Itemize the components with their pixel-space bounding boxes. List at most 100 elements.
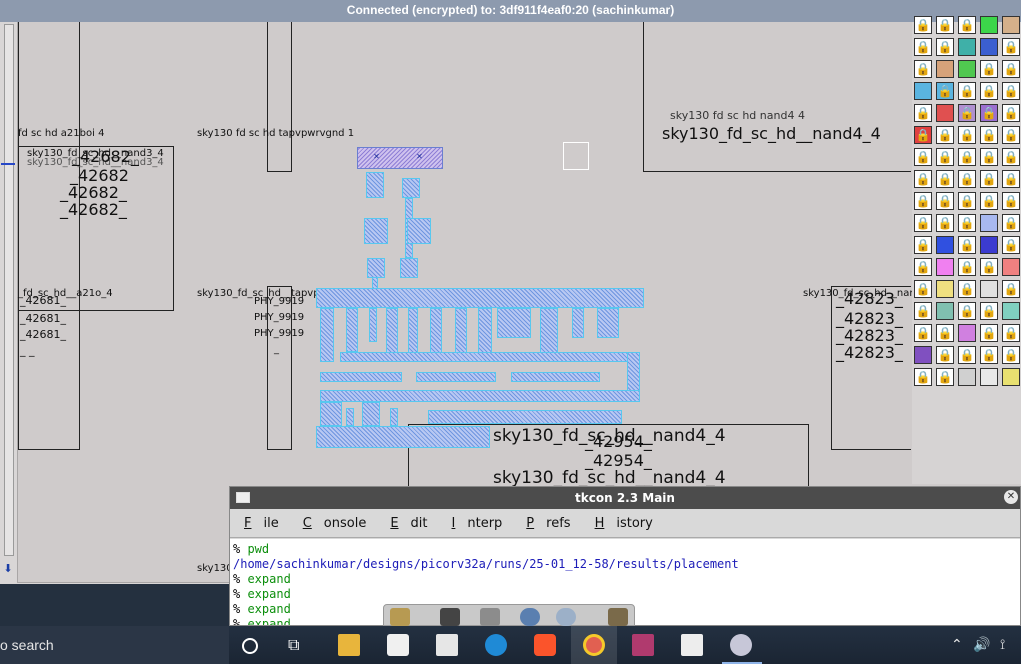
- mail-icon[interactable]: [436, 634, 458, 656]
- lock-icon[interactable]: 🔒: [958, 346, 976, 364]
- lock-icon[interactable]: 🔒: [914, 16, 932, 34]
- menu-history[interactable]: History: [583, 516, 665, 531]
- menu-edit[interactable]: Edit: [378, 516, 439, 531]
- edge-icon[interactable]: [485, 634, 507, 656]
- menu-interp[interactable]: Interp: [440, 516, 515, 531]
- lock-icon[interactable]: 🔒: [1002, 170, 1020, 188]
- cortana-icon[interactable]: [242, 638, 258, 654]
- layer-swatch[interactable]: [936, 302, 954, 320]
- lock-icon[interactable]: 🔒: [1002, 346, 1020, 364]
- lock-icon[interactable]: 🔒: [1002, 214, 1020, 232]
- volume-icon[interactable]: 🔊: [973, 637, 990, 653]
- lock-icon[interactable]: 🔒: [1002, 280, 1020, 298]
- lock-icon[interactable]: 🔒: [958, 104, 976, 122]
- layer-swatch[interactable]: [936, 258, 954, 276]
- photos-icon[interactable]: [681, 634, 703, 656]
- menu-file[interactable]: File: [232, 516, 291, 531]
- lock-icon[interactable]: 🔒: [980, 104, 998, 122]
- layer-swatch[interactable]: [914, 82, 932, 100]
- lock-icon[interactable]: 🔒: [936, 324, 954, 342]
- taskbar-search[interactable]: o search: [0, 626, 229, 664]
- store-icon[interactable]: [387, 634, 409, 656]
- lock-icon[interactable]: 🔒: [1002, 82, 1020, 100]
- lock-icon[interactable]: 🔒: [958, 258, 976, 276]
- lock-icon[interactable]: 🔒: [914, 148, 932, 166]
- lock-icon[interactable]: 🔒: [958, 148, 976, 166]
- layer-swatch[interactable]: [914, 346, 932, 364]
- close-icon[interactable]: ✕: [1004, 490, 1018, 504]
- scroll-thumb[interactable]: [1, 159, 15, 171]
- lock-icon[interactable]: 🔒: [936, 346, 954, 364]
- terminal-icon[interactable]: [440, 608, 460, 626]
- lock-icon[interactable]: 🔒: [980, 170, 998, 188]
- layer-swatch[interactable]: [936, 280, 954, 298]
- wifi-icon[interactable]: ⟟: [1000, 637, 1005, 653]
- lock-icon[interactable]: 🔒: [1002, 324, 1020, 342]
- lock-icon[interactable]: 🔒: [1002, 236, 1020, 254]
- lock-icon[interactable]: 🔒: [914, 368, 932, 386]
- lock-icon[interactable]: 🔒: [936, 368, 954, 386]
- lock-icon[interactable]: 🔒: [980, 302, 998, 320]
- layer-swatch[interactable]: [958, 60, 976, 78]
- lock-icon[interactable]: 🔒: [914, 324, 932, 342]
- lock-icon[interactable]: 🔒: [980, 60, 998, 78]
- lock-icon[interactable]: 🔒: [1002, 38, 1020, 56]
- lock-icon[interactable]: 🔒: [936, 214, 954, 232]
- lock-icon[interactable]: 🔒: [958, 192, 976, 210]
- lock-icon[interactable]: 🔒: [914, 280, 932, 298]
- lock-icon[interactable]: 🔒: [914, 258, 932, 276]
- lock-icon[interactable]: 🔒: [936, 38, 954, 56]
- layer-swatch[interactable]: [1002, 258, 1020, 276]
- layer-palette[interactable]: 🔒 🔒 🔒 🔒 🔒 🔒 🔒 🔒 🔒 🔒 🔒 🔒 🔒 🔒 🔒 🔒 🔒 🔒 🔒 🔒 🔒 🔒 🔒 🔒 🔒 🔒 🔒 🔒 🔒 🔒 🔒 🔒 🔒 🔒 🔒 🔒 🔒 🔒 🔒 🔒…: [912, 16, 1021, 484]
- text-editor-icon[interactable]: [390, 608, 410, 626]
- lock-icon[interactable]: 🔒: [914, 170, 932, 188]
- lock-icon[interactable]: 🔒: [958, 302, 976, 320]
- layer-swatch[interactable]: [980, 214, 998, 232]
- lock-icon[interactable]: 🔒: [958, 280, 976, 298]
- brave-icon[interactable]: [534, 634, 556, 656]
- lock-icon[interactable]: 🔒: [914, 192, 932, 210]
- lock-icon[interactable]: 🔒: [914, 104, 932, 122]
- window-menu-icon[interactable]: [236, 492, 250, 503]
- layer-swatch[interactable]: [980, 236, 998, 254]
- lock-icon[interactable]: 🔒: [980, 324, 998, 342]
- lock-icon[interactable]: 🔒: [936, 170, 954, 188]
- layer-swatch[interactable]: [1002, 16, 1020, 34]
- lock-icon[interactable]: 🔒: [958, 236, 976, 254]
- lock-icon[interactable]: 🔒: [958, 170, 976, 188]
- lock-icon[interactable]: 🔒: [936, 16, 954, 34]
- layer-swatch[interactable]: [936, 236, 954, 254]
- layer-swatch[interactable]: [936, 60, 954, 78]
- lock-icon[interactable]: 🔒: [936, 126, 954, 144]
- browser-icon[interactable]: [520, 608, 540, 626]
- layer-swatch[interactable]: [1002, 302, 1020, 320]
- lock-icon[interactable]: 🔒: [980, 82, 998, 100]
- lock-icon[interactable]: 🔒: [936, 148, 954, 166]
- lock-icon[interactable]: 🔒: [980, 192, 998, 210]
- task-view-icon[interactable]: ⧉: [288, 634, 310, 656]
- vnc-viewer-icon[interactable]: [730, 634, 752, 656]
- lock-icon[interactable]: 🔒: [914, 38, 932, 56]
- layer-swatch[interactable]: [958, 324, 976, 342]
- layer-swatch[interactable]: [980, 38, 998, 56]
- layer-swatch[interactable]: [1002, 368, 1020, 386]
- scroll-down-icon[interactable]: ⬇: [1, 562, 15, 576]
- lock-icon[interactable]: 🔒: [980, 126, 998, 144]
- file-explorer-icon[interactable]: [338, 634, 360, 656]
- vertical-scrollbar[interactable]: ⬇: [0, 22, 18, 584]
- lock-icon[interactable]: 🔒: [980, 258, 998, 276]
- layer-swatch[interactable]: [980, 16, 998, 34]
- lock-icon[interactable]: 🔒: [958, 126, 976, 144]
- files-icon[interactable]: [480, 608, 500, 626]
- menu-console[interactable]: Console: [291, 516, 379, 531]
- chevron-up-icon[interactable]: ⌃: [951, 637, 963, 653]
- folder-icon[interactable]: [608, 608, 628, 626]
- layer-swatch[interactable]: [980, 368, 998, 386]
- layer-swatch[interactable]: [958, 368, 976, 386]
- lock-icon[interactable]: 🔒: [914, 236, 932, 254]
- lock-icon[interactable]: 🔒: [1002, 104, 1020, 122]
- lock-icon[interactable]: 🔒: [980, 346, 998, 364]
- lock-icon[interactable]: 🔒: [958, 214, 976, 232]
- layer-swatch[interactable]: [936, 104, 954, 122]
- lock-icon[interactable]: 🔒: [958, 16, 976, 34]
